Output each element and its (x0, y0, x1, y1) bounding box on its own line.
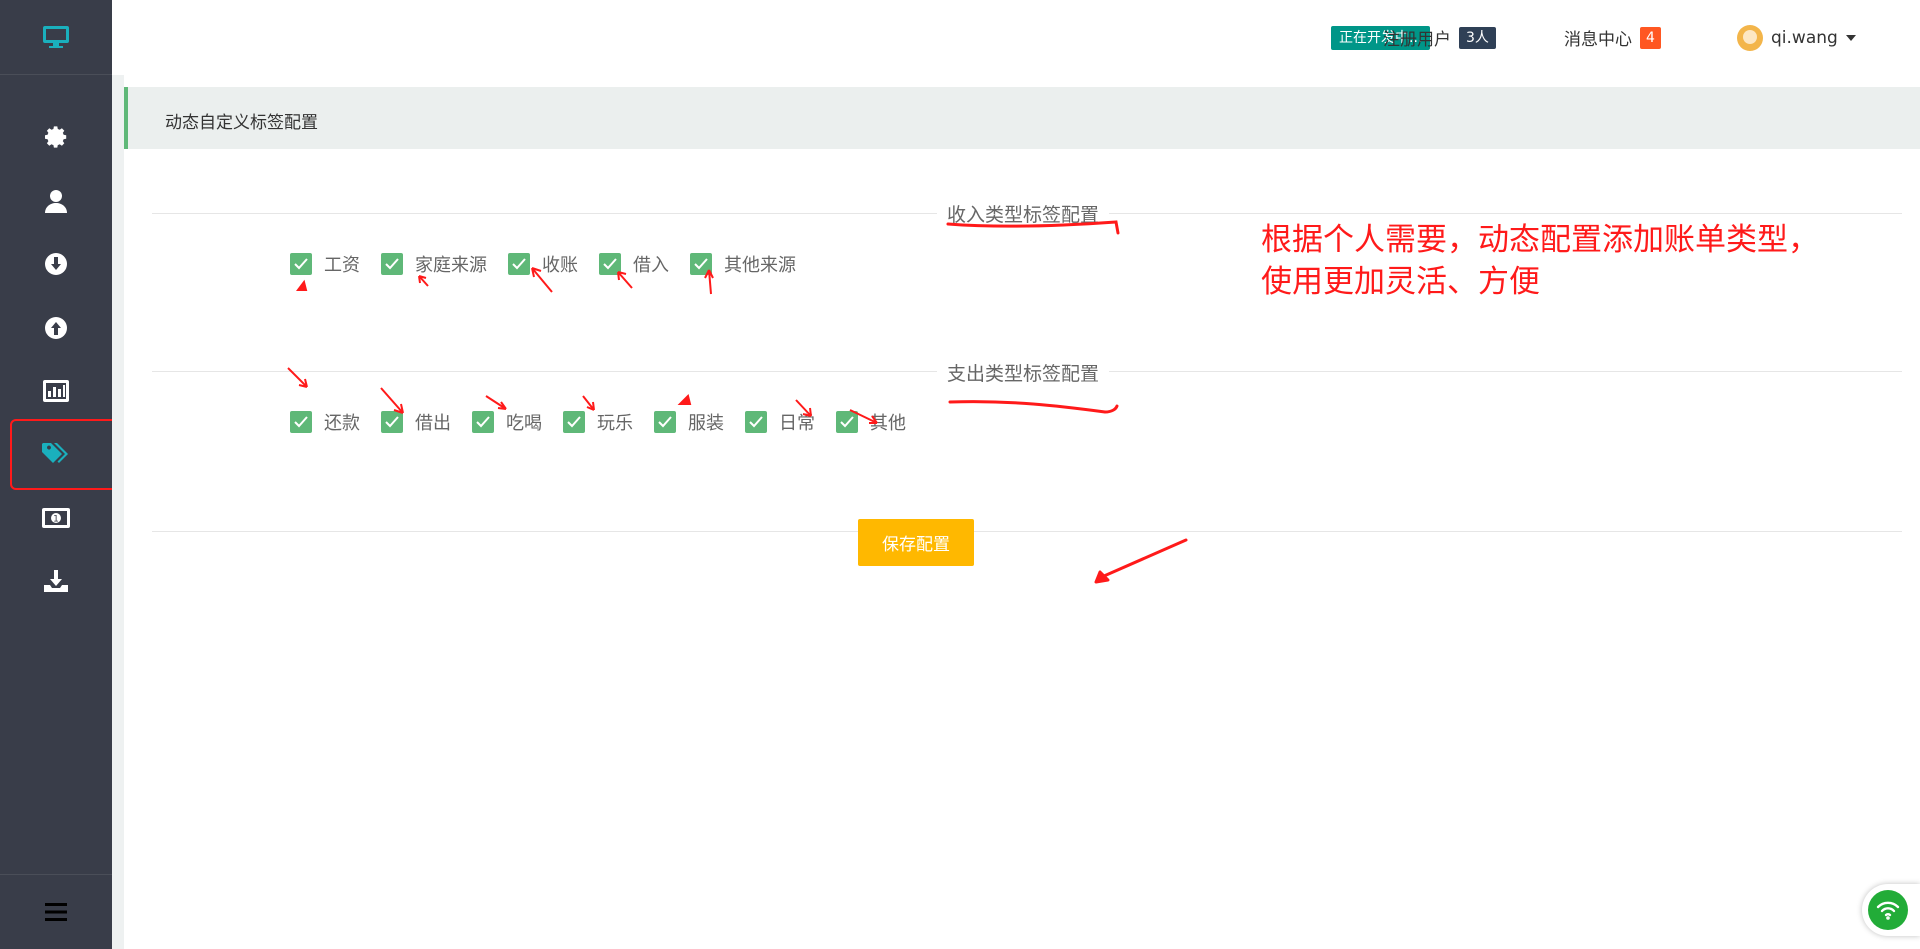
expense-tag-checkbox[interactable]: 吃喝 (472, 409, 542, 435)
expense-up-icon (45, 317, 67, 339)
content-left-strip (112, 75, 124, 949)
money-icon: 1 (42, 508, 70, 528)
checkbox-check-icon (290, 411, 312, 433)
username: qi.wang (1771, 28, 1838, 48)
income-legend: 收入类型标签配置 (937, 200, 1110, 227)
monitor-icon (43, 26, 69, 48)
top-header: 正在开发中... 注册用户 3人 消息中心 4 qi.wang (112, 0, 1920, 75)
checkbox-check-icon (690, 253, 712, 275)
page-title: 动态自定义标签配置 (165, 113, 318, 133)
message-count-badge: 4 (1640, 26, 1661, 49)
message-center-label: 消息中心 (1564, 30, 1632, 50)
network-status-widget[interactable] (1862, 884, 1920, 936)
expense-tag-label: 吃喝 (506, 413, 542, 434)
logo[interactable] (0, 0, 112, 75)
page-title-bar: 动态自定义标签配置 (124, 87, 1920, 149)
checkbox-check-icon (563, 411, 585, 433)
checkbox-check-icon (654, 411, 676, 433)
expense-tag-checkbox[interactable]: 日常 (745, 409, 815, 435)
checkbox-check-icon (745, 411, 767, 433)
expense-tag-checkbox[interactable]: 还款 (290, 409, 360, 435)
income-tag-checkbox[interactable]: 借入 (599, 251, 669, 277)
registered-users-link[interactable]: 注册用户 3人 (1383, 25, 1496, 50)
expense-tag-label: 其他 (870, 413, 906, 434)
registered-users-badge: 3人 (1459, 26, 1496, 49)
checkbox-check-icon (472, 411, 494, 433)
checkbox-check-icon (381, 411, 403, 433)
expense-tag-label: 日常 (779, 413, 815, 434)
income-down-icon (45, 253, 67, 275)
expense-tag-label: 还款 (324, 413, 360, 434)
user-icon (45, 190, 67, 213)
form-divider (152, 531, 1902, 532)
menu-icon (45, 903, 67, 921)
wifi-icon (1868, 890, 1908, 930)
gear-icon (45, 126, 67, 148)
income-tag-label: 工资 (324, 255, 360, 276)
expense-tag-list: 还款 借出 吃喝 玩乐 服装 日常 其他 (290, 409, 927, 435)
sidebar-item-settings[interactable] (0, 113, 112, 161)
sidebar-item-income[interactable] (0, 240, 112, 288)
income-tag-label: 收账 (542, 255, 578, 276)
checkbox-check-icon (599, 253, 621, 275)
save-config-button[interactable]: 保存配置 (858, 519, 974, 566)
checkbox-check-icon (836, 411, 858, 433)
expense-tag-checkbox[interactable]: 服装 (654, 409, 724, 435)
income-tag-label: 其他来源 (724, 255, 796, 276)
income-tag-label: 家庭来源 (415, 255, 487, 276)
income-tag-checkbox[interactable]: 工资 (290, 251, 360, 277)
svg-text:1: 1 (53, 515, 59, 525)
checkbox-check-icon (508, 253, 530, 275)
expense-tag-checkbox[interactable]: 玩乐 (563, 409, 633, 435)
sidebar-toggle[interactable] (0, 874, 112, 949)
message-center-link[interactable]: 消息中心 4 (1564, 25, 1661, 50)
income-tag-label: 借入 (633, 255, 669, 276)
annotation-note: 根据个人需要，动态配置添加账单类型，使用更加灵活、方便 (1261, 222, 1819, 300)
income-tag-list: 工资 家庭来源 收账 借入 其他来源 (290, 251, 817, 277)
income-tag-checkbox[interactable]: 家庭来源 (381, 251, 487, 277)
expense-tag-checkbox[interactable]: 借出 (381, 409, 451, 435)
avatar (1737, 25, 1763, 51)
expense-tag-label: 服装 (688, 413, 724, 434)
sidebar-item-bills[interactable]: 1 (0, 494, 112, 542)
sidebar-item-export[interactable] (0, 557, 112, 605)
checkbox-check-icon (290, 253, 312, 275)
expense-tag-checkbox[interactable]: 其他 (836, 409, 906, 435)
expense-legend: 支出类型标签配置 (937, 359, 1110, 386)
expense-tag-label: 玩乐 (597, 413, 633, 434)
chart-icon (43, 380, 69, 402)
user-menu[interactable]: qi.wang (1737, 25, 1856, 51)
sidebar-item-statistics[interactable] (0, 367, 112, 415)
download-icon (44, 570, 68, 592)
sidebar-item-expense[interactable] (0, 304, 112, 352)
chevron-down-icon (1845, 35, 1856, 41)
checkbox-check-icon (381, 253, 403, 275)
income-tag-checkbox[interactable]: 收账 (508, 251, 578, 277)
registered-users-label: 注册用户 (1383, 30, 1451, 50)
sidebar-item-users[interactable] (0, 177, 112, 225)
annotation-highlight-box (10, 419, 127, 490)
income-tag-checkbox[interactable]: 其他来源 (690, 251, 796, 277)
expense-tag-label: 借出 (415, 413, 451, 434)
